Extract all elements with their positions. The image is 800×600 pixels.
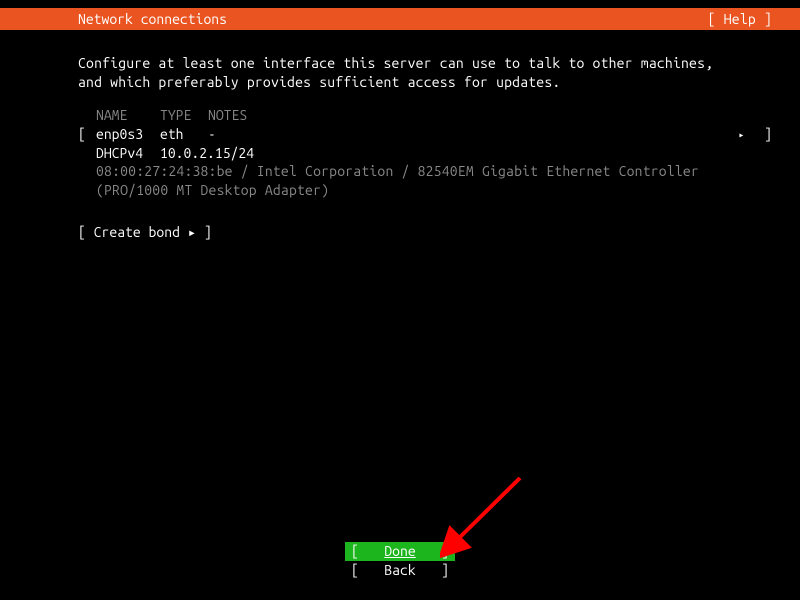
dhcp-ip: 10.0.2.15/24 xyxy=(160,144,254,163)
description-text: Configure at least one interface this se… xyxy=(78,54,772,92)
bracket-close: ] xyxy=(756,125,772,144)
interface-type: eth xyxy=(160,125,208,144)
col-name-header: NAME xyxy=(96,106,160,125)
back-label: Back xyxy=(384,561,415,580)
bracket-close: ] xyxy=(441,561,455,580)
main-content: Configure at least one interface this se… xyxy=(78,40,772,600)
footer-buttons: [ Done ] [ Back ] xyxy=(0,542,800,580)
done-button[interactable]: [ Done ] xyxy=(345,542,455,561)
back-button[interactable]: [ Back ] xyxy=(345,561,455,580)
interface-details: 08:00:27:24:38:be / Intel Corporation / … xyxy=(78,162,772,200)
help-button[interactable]: [ Help ] xyxy=(708,11,772,27)
interface-row[interactable]: [ enp0s3 eth - ▸ ] xyxy=(78,125,772,144)
table-header: NAME TYPE NOTES xyxy=(78,106,772,125)
dhcp-row: DHCPv4 10.0.2.15/24 xyxy=(78,144,772,163)
bracket-close: ] xyxy=(441,542,455,561)
bracket-open: [ xyxy=(78,125,96,144)
page-title: Network connections xyxy=(78,11,227,27)
done-label: Done xyxy=(384,542,415,561)
chevron-right-icon: ▸ xyxy=(738,125,756,144)
create-bond-button[interactable]: [ Create bond ▸ ] xyxy=(78,224,772,241)
col-type-header: TYPE xyxy=(160,106,208,125)
bracket-open: [ xyxy=(345,561,359,580)
bracket-open: [ xyxy=(345,542,359,561)
title-bar: Network connections [ Help ] xyxy=(0,8,800,30)
col-notes-header: NOTES xyxy=(208,106,772,125)
dhcp-label: DHCPv4 xyxy=(96,144,160,163)
interface-name: enp0s3 xyxy=(96,125,160,144)
interfaces-table: NAME TYPE NOTES [ enp0s3 eth - ▸ ] DHCPv… xyxy=(78,106,772,200)
interface-notes: - xyxy=(208,125,738,144)
